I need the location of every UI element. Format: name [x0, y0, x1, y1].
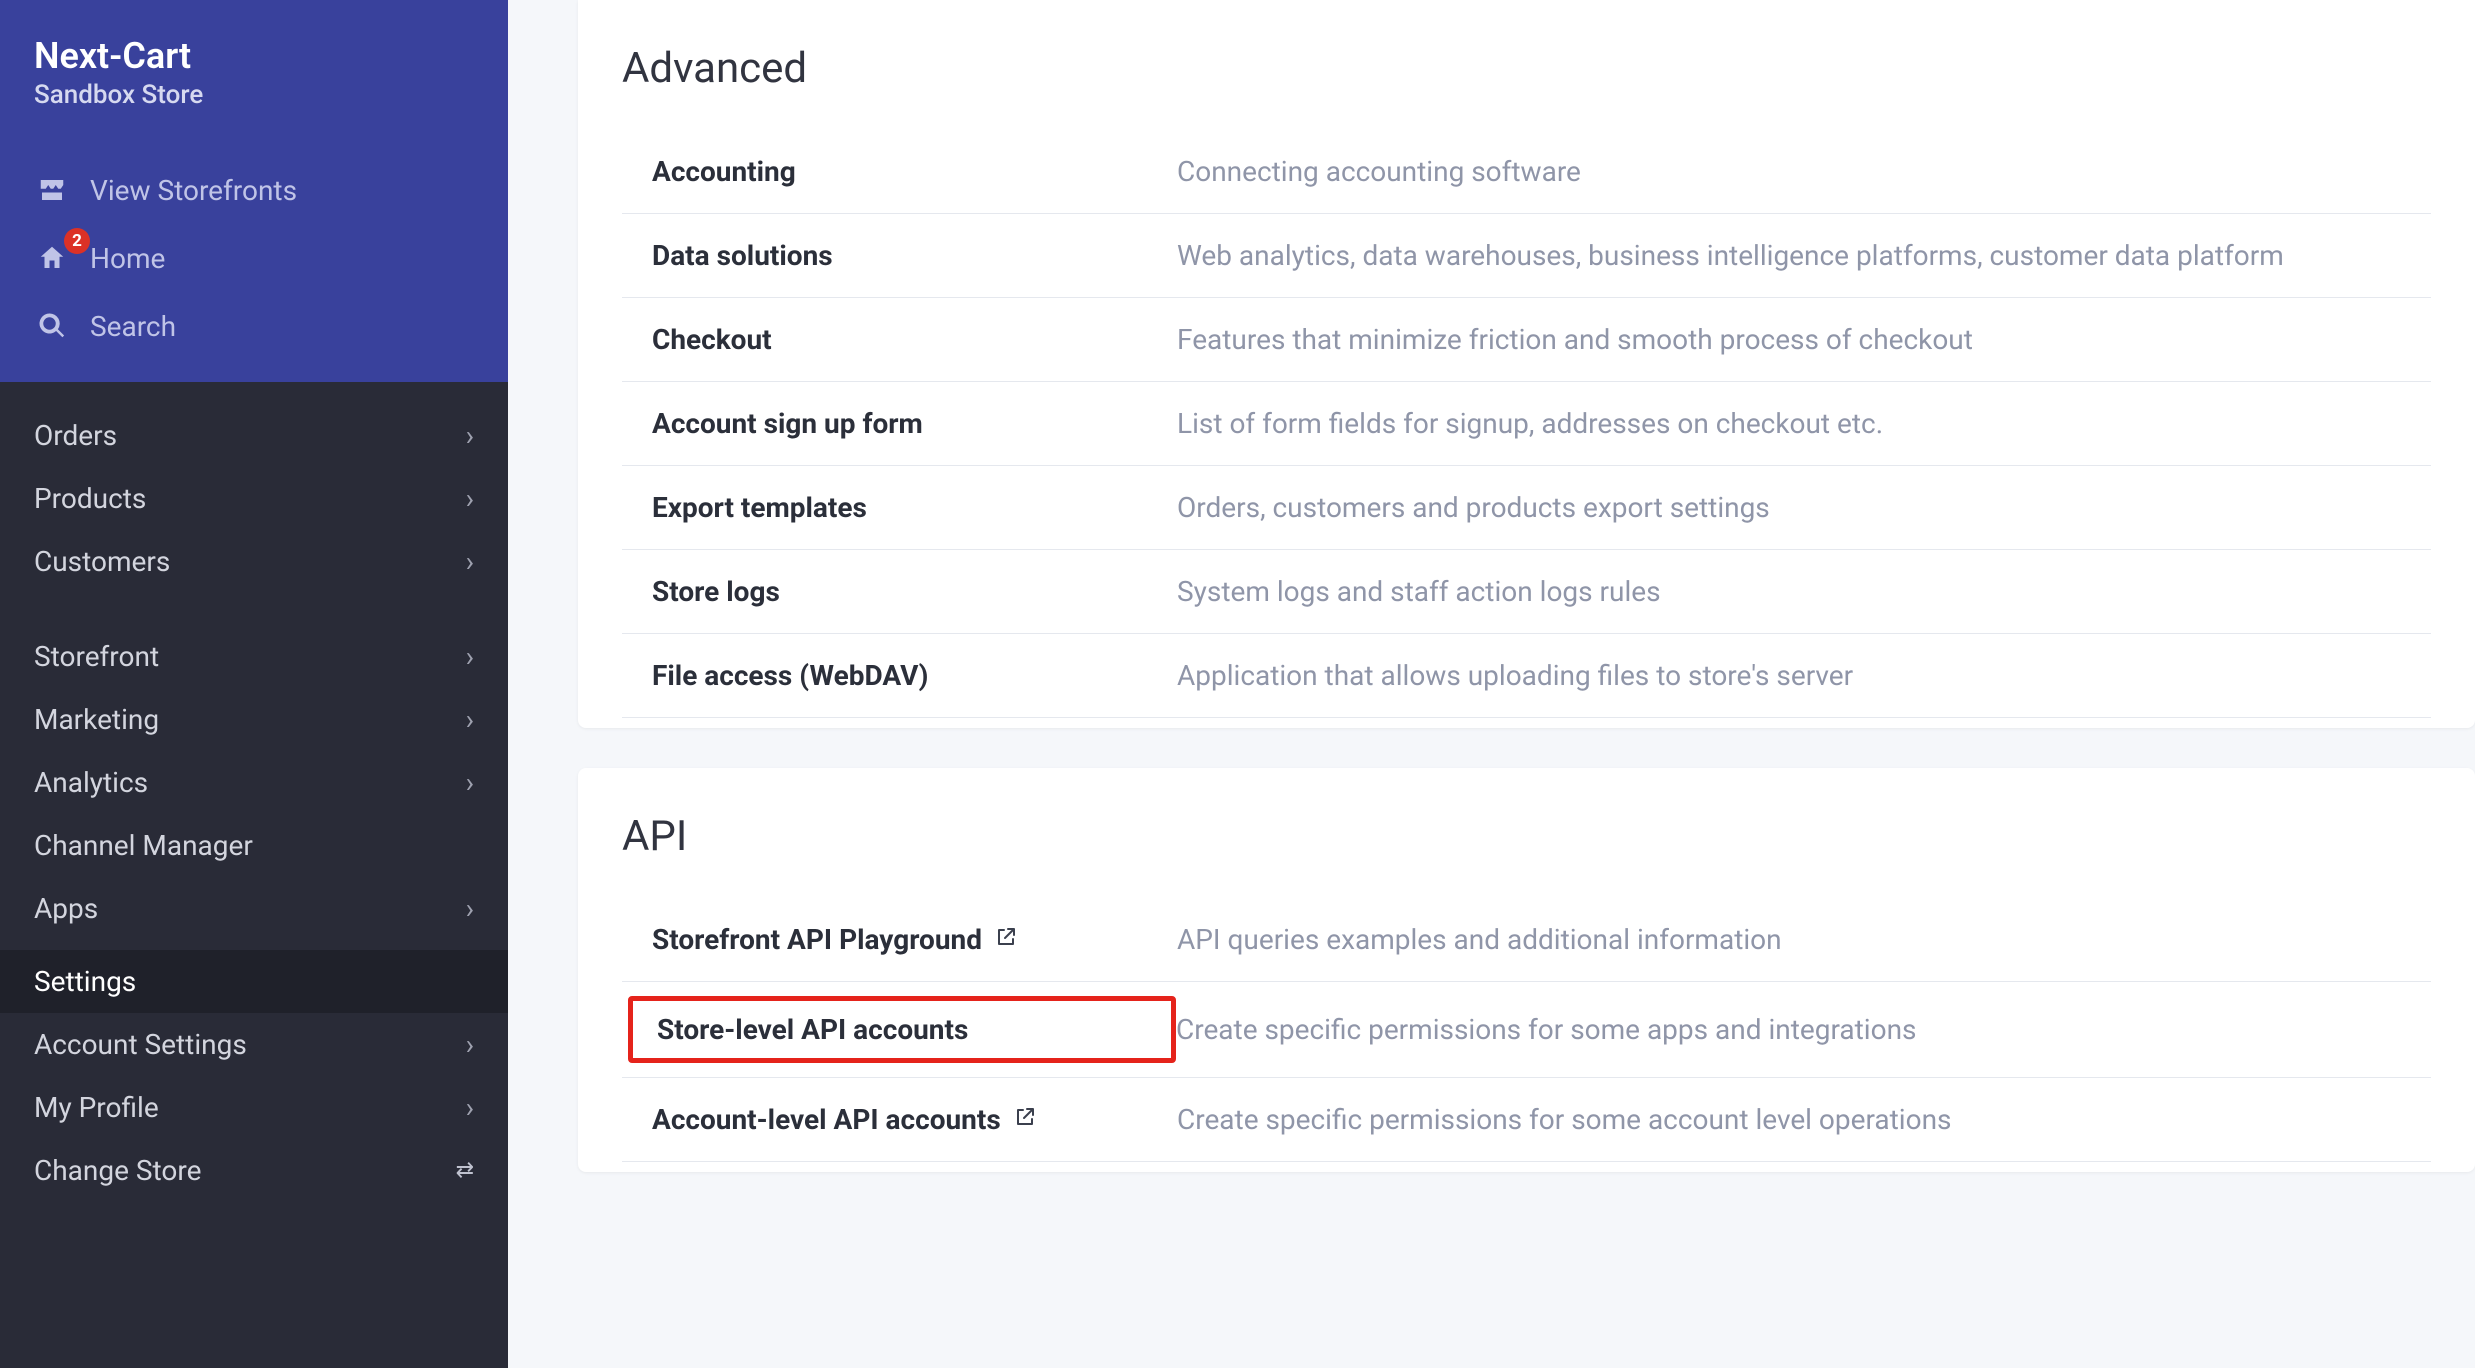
brand-title: Next-Cart: [34, 38, 474, 80]
nav-storefront-label: Storefront: [34, 640, 159, 673]
nav-customers-label: Customers: [34, 545, 170, 578]
nav-products[interactable]: Products ›: [0, 467, 508, 530]
chevron-right-icon: ›: [466, 545, 474, 578]
row-storefront-api-playground-desc: API queries examples and additional info…: [1177, 923, 1782, 956]
chevron-right-icon: ›: [466, 892, 474, 925]
nav-apps[interactable]: Apps ›: [0, 877, 508, 940]
nav-my-profile[interactable]: My Profile ›: [0, 1076, 508, 1139]
chevron-right-icon: ›: [466, 640, 474, 673]
nav-settings-label: Settings: [34, 965, 136, 998]
nav-settings[interactable]: Settings: [0, 950, 508, 1013]
nav-orders[interactable]: Orders ›: [0, 404, 508, 467]
chevron-right-icon: ›: [466, 419, 474, 452]
panel-advanced-title: Advanced: [622, 36, 2431, 129]
brand-subtitle: Sandbox Store: [34, 80, 474, 156]
nav-change-store[interactable]: Change Store ⇄: [0, 1139, 508, 1202]
chevron-right-icon: ›: [466, 703, 474, 736]
nav-marketing[interactable]: Marketing ›: [0, 688, 508, 751]
row-data-solutions[interactable]: Data solutions Web analytics, data wareh…: [622, 214, 2431, 298]
row-store-logs-desc: System logs and staff action logs rules: [1177, 575, 1661, 608]
nav-account-settings-label: Account Settings: [34, 1028, 247, 1061]
nav-channel-manager-label: Channel Manager: [34, 829, 253, 862]
nav-change-store-label: Change Store: [34, 1154, 201, 1187]
nav-customers[interactable]: Customers ›: [0, 530, 508, 593]
row-store-logs-title: Store logs: [622, 575, 1177, 608]
row-account-level-api-text: Account-level API accounts: [652, 1103, 1001, 1136]
nav-storefront[interactable]: Storefront ›: [0, 625, 508, 688]
row-data-solutions-title: Data solutions: [622, 239, 1177, 272]
row-checkout-title: Checkout: [622, 323, 1177, 356]
row-export-templates-title: Export templates: [622, 491, 1177, 524]
nav-divider: [0, 593, 508, 625]
storefront-icon: [34, 172, 70, 208]
search-icon: [34, 308, 70, 344]
nav-products-label: Products: [34, 482, 146, 515]
sidebar-quick-links: View Storefronts 2 Home Search: [0, 156, 508, 382]
chevron-right-icon: ›: [466, 1091, 474, 1124]
app-root: Next-Cart Sandbox Store View Storefronts…: [0, 0, 2475, 1368]
chevron-right-icon: ›: [466, 766, 474, 799]
quick-search-label: Search: [90, 310, 176, 343]
row-signup-form-title: Account sign up form: [622, 407, 1177, 440]
sidebar: Next-Cart Sandbox Store View Storefronts…: [0, 0, 508, 1368]
quick-view-storefronts[interactable]: View Storefronts: [34, 156, 474, 224]
row-account-level-api[interactable]: Account-level API accounts Create specif…: [622, 1078, 2431, 1162]
nav-channel-manager[interactable]: Channel Manager: [0, 814, 508, 877]
nav-analytics[interactable]: Analytics ›: [0, 751, 508, 814]
row-store-level-api[interactable]: Store-level API accounts Create specific…: [622, 982, 2431, 1078]
nav-analytics-label: Analytics: [34, 766, 148, 799]
row-storefront-api-playground[interactable]: Storefront API Playground API queries ex…: [622, 897, 2431, 982]
row-store-logs[interactable]: Store logs System logs and staff action …: [622, 550, 2431, 634]
nav-apps-label: Apps: [34, 892, 98, 925]
panel-advanced: Advanced Accounting Connecting accountin…: [578, 0, 2475, 728]
sidebar-nav: Orders › Products › Customers › Storefro…: [0, 382, 508, 1368]
row-accounting-title: Accounting: [622, 155, 1177, 188]
row-account-level-api-desc: Create specific permissions for some acc…: [1177, 1103, 1952, 1136]
quick-view-storefronts-label: View Storefronts: [90, 174, 297, 207]
row-storefront-api-playground-text: Storefront API Playground: [652, 923, 982, 956]
quick-search[interactable]: Search: [34, 292, 474, 360]
chevron-right-icon: ›: [466, 1028, 474, 1061]
external-link-icon: [994, 923, 1018, 956]
row-storefront-api-playground-title: Storefront API Playground: [622, 923, 1177, 956]
home-badge: 2: [64, 228, 90, 254]
panel-api: API Storefront API Playground API querie…: [578, 768, 2475, 1172]
main-content: Advanced Accounting Connecting accountin…: [508, 0, 2475, 1368]
row-export-templates[interactable]: Export templates Orders, customers and p…: [622, 466, 2431, 550]
row-store-level-api-desc: Create specific permissions for some app…: [1176, 1013, 1916, 1046]
quick-home[interactable]: 2 Home: [34, 224, 474, 292]
row-export-templates-desc: Orders, customers and products export se…: [1177, 491, 1770, 524]
nav-account-settings[interactable]: Account Settings ›: [0, 1013, 508, 1076]
quick-home-label: Home: [90, 242, 165, 275]
row-accounting[interactable]: Accounting Connecting accounting softwar…: [622, 129, 2431, 214]
row-accounting-desc: Connecting accounting software: [1177, 155, 1581, 188]
row-file-access[interactable]: File access (WebDAV) Application that al…: [622, 634, 2431, 718]
nav-marketing-label: Marketing: [34, 703, 159, 736]
row-file-access-title: File access (WebDAV): [622, 659, 1177, 692]
row-signup-form[interactable]: Account sign up form List of form fields…: [622, 382, 2431, 466]
external-link-icon: [1013, 1103, 1037, 1136]
swap-icon: ⇄: [456, 1158, 474, 1183]
row-checkout-desc: Features that minimize friction and smoo…: [1177, 323, 1973, 356]
chevron-right-icon: ›: [466, 482, 474, 515]
nav-orders-label: Orders: [34, 419, 117, 452]
panel-api-title: API: [622, 804, 2431, 897]
row-checkout[interactable]: Checkout Features that minimize friction…: [622, 298, 2431, 382]
row-account-level-api-title: Account-level API accounts: [622, 1103, 1177, 1136]
row-signup-form-desc: List of form fields for signup, addresse…: [1177, 407, 1883, 440]
sidebar-header: Next-Cart Sandbox Store: [0, 0, 508, 156]
row-store-level-api-title: Store-level API accounts: [628, 996, 1176, 1063]
nav-my-profile-label: My Profile: [34, 1091, 159, 1124]
row-file-access-desc: Application that allows uploading files …: [1177, 659, 1853, 692]
row-data-solutions-desc: Web analytics, data warehouses, business…: [1177, 239, 2284, 272]
